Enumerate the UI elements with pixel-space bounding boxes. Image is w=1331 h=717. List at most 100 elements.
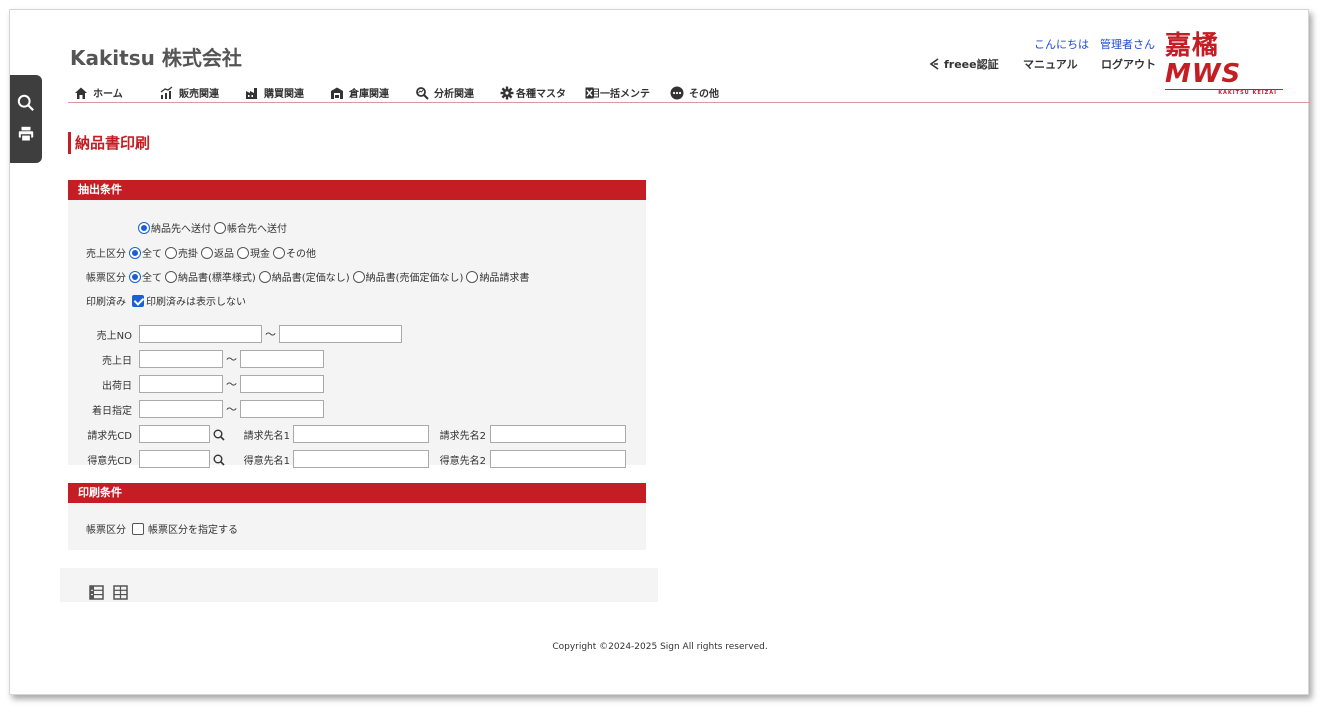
radio-sales-other[interactable] — [273, 246, 285, 259]
billing-search-icon[interactable] — [213, 429, 225, 441]
radio-form-no-list-price[interactable] — [258, 270, 271, 283]
nav-home-label: ホーム — [93, 89, 123, 100]
nav-other[interactable]: その他 — [670, 85, 719, 100]
sales-date-from-input[interactable] — [139, 350, 223, 368]
nav-sales-label: 販売関連 — [179, 89, 219, 100]
form-type-all[interactable]: 全て — [129, 269, 162, 284]
form-type-standard[interactable]: 納品書(標準様式) — [165, 269, 256, 284]
sales-type-cash-label: 現金 — [250, 249, 270, 260]
radio-form-invoice[interactable] — [466, 270, 479, 283]
grid-view-icon[interactable] — [113, 585, 128, 600]
manual-link[interactable]: マニュアル — [1023, 56, 1078, 72]
form-type-no-list-price[interactable]: 納品書(定価なし) — [258, 269, 350, 284]
sales-type-cash[interactable]: 現金 — [237, 245, 270, 260]
radio-send-delivery[interactable] — [138, 221, 150, 234]
billing-name1-label: 請求先名1 — [243, 431, 290, 442]
sales-type-return[interactable]: 返品 — [201, 245, 234, 260]
customer-cd-label: 得意先CD — [87, 456, 132, 467]
radio-form-no-prices[interactable] — [352, 270, 365, 283]
sales-type-credit[interactable]: 売掛 — [165, 245, 198, 260]
print-form-type-label: 帳票区分 — [86, 525, 126, 536]
customer-cd-input[interactable] — [139, 450, 210, 468]
radio-send-account[interactable] — [214, 221, 226, 234]
send-option-account-label: 帳合先へ送付 — [227, 224, 287, 235]
customer-name1-label: 得意先名1 — [243, 456, 290, 467]
send-option-account[interactable]: 帳合先へ送付 — [214, 220, 287, 235]
print-panel: 印刷条件 帳票区分 帳票区分を指定する — [68, 483, 646, 550]
arrival-date-label: 着日指定 — [92, 406, 132, 417]
sales-no-to-input[interactable] — [279, 325, 402, 343]
sales-no-label: 売上NO — [96, 331, 132, 342]
customer-search-icon[interactable] — [213, 454, 225, 466]
arrival-date-from-input[interactable] — [139, 400, 223, 418]
sales-date-tilde: ～ — [226, 353, 237, 366]
printed-label: 印刷済み — [86, 297, 126, 308]
radio-sales-return[interactable] — [201, 246, 213, 259]
factory-icon — [246, 87, 257, 99]
form-type-no-prices[interactable]: 納品書(売価定価なし) — [352, 269, 463, 284]
nav-bulk[interactable]: 一括メンテ — [585, 85, 650, 100]
page-title: 納品書印刷 — [68, 132, 150, 154]
sales-date-to-input[interactable] — [240, 350, 324, 368]
home-icon — [75, 87, 87, 99]
send-option-delivery-label: 納品先へ送付 — [151, 224, 211, 235]
arrival-date-to-input[interactable] — [240, 400, 324, 418]
sales-date-label: 売上日 — [102, 356, 132, 367]
analysis-icon — [416, 86, 429, 100]
side-toolbar — [10, 75, 42, 163]
nav-other-label: その他 — [689, 89, 719, 100]
nav-analysis-label: 分析関連 — [434, 89, 474, 100]
printed-row: 印刷済み 印刷済みは表示しない — [86, 293, 246, 308]
send-option-delivery[interactable]: 納品先へ送付 — [138, 220, 211, 235]
nav-master-label: 各種マスタ — [516, 89, 566, 100]
radio-sales-cash[interactable] — [237, 246, 249, 259]
sales-type-all[interactable]: 全て — [129, 245, 162, 260]
nav-divider — [68, 102, 1310, 103]
nav-purchase-label: 購買関連 — [264, 89, 304, 100]
logo[interactable]: 嘉橘 MWS KAKITSU KEIZAI — [1165, 32, 1283, 96]
more-icon — [670, 86, 684, 99]
radio-sales-credit[interactable] — [165, 246, 177, 259]
billing-name2-input[interactable] — [490, 425, 626, 443]
app-window: Kakitsu 株式会社 こんにちは 管理者さん freee認証 マニュアル ロ… — [9, 9, 1310, 695]
print-form-type-checkbox[interactable] — [132, 522, 144, 535]
radio-form-standard[interactable] — [165, 270, 177, 283]
billing-cd-label: 請求先CD — [87, 431, 132, 442]
freee-auth-label: freee認証 — [944, 58, 999, 71]
search-icon[interactable] — [17, 94, 35, 112]
nav-home[interactable]: ホーム — [74, 85, 123, 100]
print-heading: 印刷条件 — [68, 483, 646, 503]
ship-date-tilde: ～ — [226, 378, 237, 391]
sales-type-return-label: 返品 — [214, 249, 234, 260]
user-name-link[interactable]: 管理者さん — [1100, 36, 1155, 52]
greeting-text: こんにちは — [1034, 38, 1089, 51]
form-type-invoice-label: 納品請求書 — [479, 273, 530, 284]
ship-date-from-input[interactable] — [139, 375, 223, 393]
nav-warehouse[interactable]: 倉庫関連 — [330, 85, 389, 100]
logout-link[interactable]: ログアウト — [1101, 56, 1156, 72]
sales-type-other[interactable]: その他 — [273, 245, 316, 260]
customer-name1-input[interactable] — [293, 450, 429, 468]
arrival-date-tilde: ～ — [226, 403, 237, 416]
footer-copyright: Copyright ©2024-2025 Sign All rights res… — [552, 642, 768, 652]
ship-date-to-input[interactable] — [240, 375, 324, 393]
extract-heading: 抽出条件 — [68, 180, 646, 200]
company-name: Kakitsu 株式会社 — [70, 46, 242, 70]
list-view-icon[interactable] — [89, 585, 104, 600]
nav-master[interactable]: 各種マスタ — [500, 85, 566, 100]
sales-no-from-input[interactable] — [139, 325, 262, 343]
nav-sales[interactable]: 販売関連 — [160, 85, 219, 100]
radio-sales-all[interactable] — [129, 246, 141, 259]
billing-name1-input[interactable] — [293, 425, 429, 443]
print-icon[interactable] — [17, 125, 35, 143]
freee-icon — [929, 58, 939, 70]
customer-name2-input[interactable] — [490, 450, 626, 468]
radio-form-all[interactable] — [129, 270, 141, 283]
printed-checkbox[interactable] — [132, 294, 144, 307]
nav-analysis[interactable]: 分析関連 — [415, 85, 474, 100]
nav-purchase[interactable]: 購買関連 — [245, 85, 304, 100]
billing-cd-input[interactable] — [139, 425, 210, 443]
freee-auth-link[interactable]: freee認証 — [928, 56, 999, 72]
form-type-invoice[interactable]: 納品請求書 — [466, 269, 529, 284]
customer-name2-label: 得意先名2 — [439, 456, 486, 467]
